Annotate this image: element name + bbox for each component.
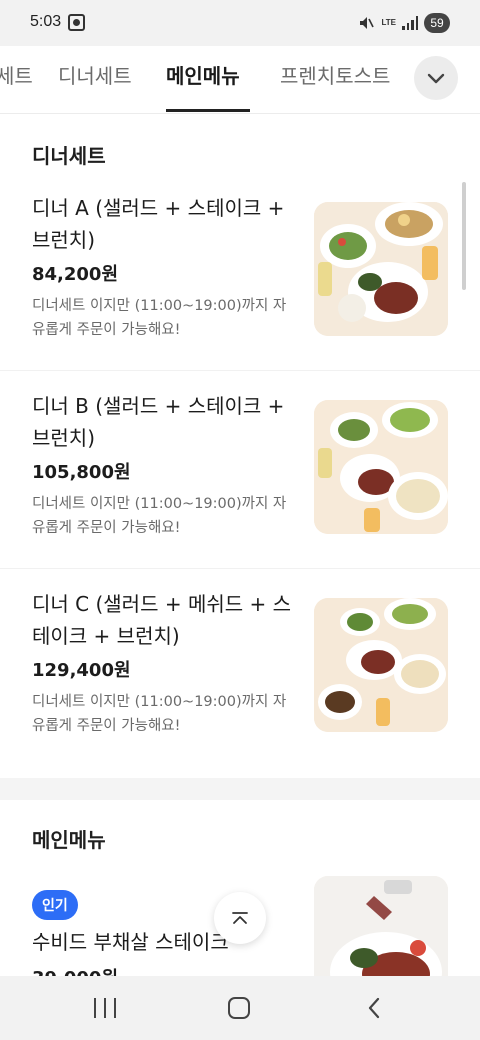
item-photo (314, 876, 448, 976)
item-name: 디너 B (샐러드 + 스테이크 + 브런치) (32, 394, 285, 450)
category-tab-bar: 세트 디너세트 메인메뉴 프렌치토스트 (0, 46, 480, 114)
active-tab-underline (166, 109, 250, 112)
tab-more-button[interactable] (414, 56, 458, 100)
item-price: 84,200원 (32, 264, 119, 285)
tab-french-toast[interactable]: 프렌치토스트 (280, 60, 390, 112)
network-type-label: LTE (381, 18, 396, 27)
item-name: 디너 C (샐러드 + 메쉬드 + 스테이크 + 브런치) (32, 592, 292, 648)
battery-badge: 59 (424, 13, 450, 33)
item-price: 105,800원 (32, 462, 131, 483)
tab-label: 메인메뉴 (166, 64, 240, 88)
popular-badge: 인기 (32, 890, 78, 920)
item-price: 39,000원 (32, 964, 118, 976)
menu-item-dinner-c[interactable]: 디너 C (샐러드 + 메쉬드 + 스테이크 + 브런치) 129,400원 디… (0, 588, 480, 786)
item-description: 디너세트 이지만 (11:00~19:00)까지 자유롭게 주문이 가능해요! (32, 496, 287, 536)
mute-icon (357, 14, 375, 32)
menu-list[interactable]: 디너세트 디너 A (샐러드 + 스테이크 + 브런치) 84,200원 디너세… (0, 114, 480, 976)
tab-dinner-set[interactable]: 디너세트 (58, 60, 132, 112)
item-divider (0, 568, 480, 569)
menu-item-dinner-a[interactable]: 디너 A (샐러드 + 스테이크 + 브런치) 84,200원 디너세트 이지만… (0, 192, 480, 390)
section-divider (0, 778, 480, 800)
item-photo (314, 598, 448, 732)
status-bar: 5:03 LTE 59 (0, 0, 480, 46)
system-navigation-bar (0, 976, 480, 1040)
item-divider (0, 370, 480, 371)
item-price: 129,400원 (32, 660, 131, 681)
item-photo (314, 202, 448, 336)
scroll-to-top-button[interactable] (214, 892, 266, 944)
signal-icon (402, 16, 418, 30)
chevron-up-icon (232, 912, 248, 924)
scrollbar[interactable] (462, 182, 466, 290)
item-name: 디너 A (샐러드 + 스테이크 + 브런치) (32, 196, 285, 252)
back-icon[interactable] (366, 996, 382, 1020)
tab-set[interactable]: 세트 (0, 60, 33, 112)
recent-apps-icon[interactable] (94, 998, 116, 1018)
chevron-down-icon (427, 73, 445, 84)
item-description: 디너세트 이지만 (11:00~19:00)까지 자유롭게 주문이 가능해요! (32, 694, 287, 734)
tab-label: 프렌치토스트 (280, 64, 391, 88)
status-icons: LTE 59 (357, 12, 450, 34)
item-photo (314, 400, 448, 534)
section-title-main-menu: 메인메뉴 (32, 828, 106, 852)
tab-label: 세트 (0, 64, 33, 88)
tab-main-menu[interactable]: 메인메뉴 (166, 60, 250, 112)
home-icon[interactable] (228, 997, 250, 1019)
status-time: 5:03 (30, 13, 62, 30)
menu-item-dinner-b[interactable]: 디너 B (샐러드 + 스테이크 + 브런치) 105,800원 디너세트 이지… (0, 390, 480, 588)
section-title-dinner-set: 디너세트 (32, 144, 106, 168)
tab-label: 디너세트 (58, 64, 132, 88)
item-description: 디너세트 이지만 (11:00~19:00)까지 자유롭게 주문이 가능해요! (32, 298, 287, 338)
screen-capture-icon (68, 14, 85, 31)
